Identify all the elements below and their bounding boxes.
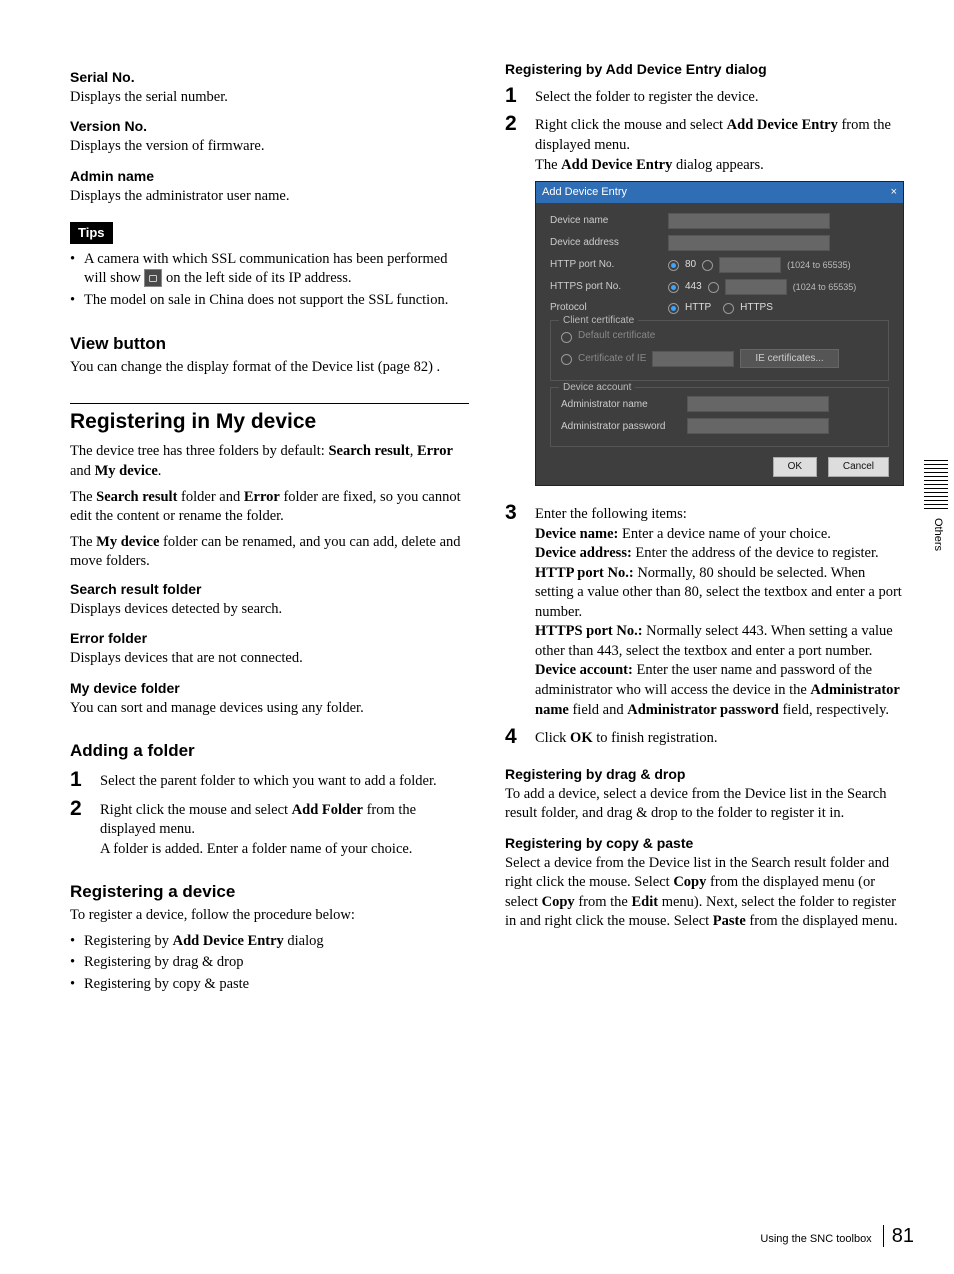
reg-dragdrop-heading: Registering by drag & drop [505,765,904,784]
view-button-body: You can change the display format of the… [70,358,469,378]
http-port-default-radio[interactable] [668,260,679,271]
field-https-port-label: HTTPS port No. [550,280,662,294]
reg-my-device-p3: The My device folder can be renamed, and… [70,533,469,572]
registering-device-heading: Registering a device [70,881,469,904]
admin-name-label: Administrator name [561,398,681,412]
reg-my-device-p1: The device tree has three folders by def… [70,442,469,481]
method-add-entry: Registering by Add Device Entry dialog [70,932,469,952]
reg-device-intro: To register a device, follow the procedu… [70,906,469,926]
default-cert-radio[interactable] [561,332,572,343]
close-icon[interactable]: × [891,185,897,200]
left-column: Serial No. Displays the serial number. V… [70,60,469,1003]
admin-pw-label: Administrator password [561,420,681,434]
serial-no-body: Displays the serial number. [70,88,469,108]
error-folder-term: Error folder [70,629,469,648]
search-folder-body: Displays devices detected by search. [70,600,469,620]
ie-certificates-button[interactable]: IE certificates... [740,349,838,369]
cancel-button[interactable]: Cancel [828,457,889,477]
side-tab: Others [924,460,948,551]
field-http-port-label: HTTP port No. [550,258,662,272]
reg-dragdrop-body: To add a device, select a device from th… [505,785,904,824]
footer-text: Using the SNC toolbox [760,1233,871,1245]
right-column: Registering by Add Device Entry dialog 1… [505,60,904,1003]
device-account-group: Device account Administrator name Admini… [550,387,889,447]
ie-cert-radio[interactable] [561,354,572,365]
side-label: Others [930,518,945,551]
add-folder-step-1: 1 Select the parent folder to which you … [70,769,469,792]
ie-cert-input[interactable] [652,351,734,367]
adding-folder-heading: Adding a folder [70,740,469,763]
reg-copypaste-heading: Registering by copy & paste [505,834,904,853]
admin-name-term: Admin name [70,167,469,186]
page-footer: Using the SNC toolbox 81 [760,1223,914,1250]
admin-name-body: Displays the administrator user name. [70,187,469,207]
reg-add-step-4: 4 Click OK to finish registration. [505,726,904,749]
admin-pw-input[interactable] [687,418,829,434]
tips-list: A camera with which SSL communication ha… [70,250,469,311]
version-no-body: Displays the version of firmware. [70,137,469,157]
reg-add-step-1: 1 Select the folder to register the devi… [505,85,904,108]
page-number: 81 [883,1225,914,1247]
method-copy-paste: Registering by copy & paste [70,975,469,995]
registering-my-device-heading: Registering in My device [70,403,469,436]
protocol-http-radio[interactable] [668,303,679,314]
tips-item-ssl-icon: A camera with which SSL communication ha… [70,250,469,289]
version-no-term: Version No. [70,117,469,136]
reg-add-dialog-heading: Registering by Add Device Entry dialog [505,60,904,79]
method-drag-drop: Registering by drag & drop [70,953,469,973]
https-port-default-radio[interactable] [668,282,679,293]
reg-copypaste-body: Select a device from the Device list in … [505,854,904,932]
serial-no-term: Serial No. [70,68,469,87]
https-port-range: (1024 to 65535) [793,281,857,293]
field-device-name-label: Device name [550,214,662,228]
http-port-custom-radio[interactable] [702,260,713,271]
tips-badge: Tips [70,222,113,244]
search-folder-term: Search result folder [70,580,469,599]
field-device-name-input[interactable] [668,213,830,229]
http-port-range: (1024 to 65535) [787,259,851,271]
my-device-folder-body: You can sort and manage devices using an… [70,699,469,719]
add-folder-step-2: 2 Right click the mouse and select Add F… [70,798,469,860]
admin-name-input[interactable] [687,396,829,412]
https-port-custom-radio[interactable] [708,282,719,293]
ok-button[interactable]: OK [773,457,817,477]
http-port-custom-input[interactable] [719,257,781,273]
field-device-address-label: Device address [550,236,662,250]
reg-device-methods: Registering by Add Device Entry dialog R… [70,932,469,995]
side-lines-icon [924,460,948,512]
reg-my-device-p2: The Search result folder and Error folde… [70,488,469,527]
error-folder-body: Displays devices that are not connected. [70,649,469,669]
view-button-heading: View button [70,333,469,356]
dialog-title: Add Device Entry [542,185,627,200]
reg-add-step-3: 3 Enter the following items: Device name… [505,502,904,720]
ssl-lock-icon [144,269,162,287]
field-device-address-input[interactable] [668,235,830,251]
protocol-https-radio[interactable] [723,303,734,314]
tips-item-china: The model on sale in China does not supp… [70,291,469,311]
dialog-titlebar: Add Device Entry × [536,182,903,203]
https-port-custom-input[interactable] [725,279,787,295]
add-device-entry-dialog: Add Device Entry × Device name Device ad… [535,181,904,486]
client-cert-group: Client certificate Default certificate C… [550,320,889,381]
field-protocol-label: Protocol [550,301,662,315]
my-device-folder-term: My device folder [70,679,469,698]
reg-add-step-2: 2 Right click the mouse and select Add D… [505,113,904,496]
